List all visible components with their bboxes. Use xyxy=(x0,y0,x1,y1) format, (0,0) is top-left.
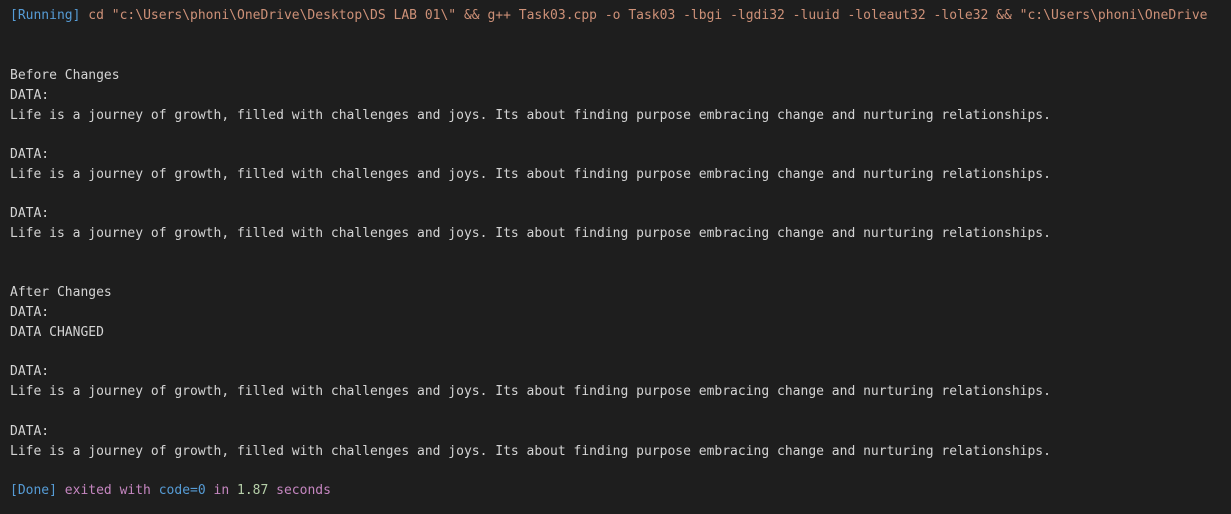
seconds-text: seconds xyxy=(268,483,331,498)
data-label: DATA: xyxy=(10,206,50,221)
done-line: [Done] exited with code=0 in 1.87 second… xyxy=(10,481,331,501)
before-changes-header: Before Changes xyxy=(10,68,120,83)
exited-with-text: exited with xyxy=(56,483,159,498)
command-line: [Running] cd "c:\Users\phoni\OneDrive\De… xyxy=(10,6,1208,26)
data-sentence: Life is a journey of growth, filled with… xyxy=(10,384,1051,399)
seconds-value: 1.87 xyxy=(237,483,269,498)
data-sentence: Life is a journey of growth, filled with… xyxy=(10,444,1051,459)
in-text: in xyxy=(205,483,237,498)
data-label: DATA: xyxy=(10,364,50,379)
command-text: cd "c:\Users\phoni\OneDrive\Desktop\DS L… xyxy=(80,8,1208,23)
data-sentence: Life is a journey of growth, filled with… xyxy=(10,167,1051,182)
data-label: DATA: xyxy=(10,424,50,439)
running-tag: [Running] xyxy=(10,8,81,23)
output-terminal[interactable]: [Running] cd "c:\Users\phoni\OneDrive\De… xyxy=(0,0,1231,514)
after-changes-header: After Changes xyxy=(10,285,112,300)
data-changed-text: DATA CHANGED xyxy=(10,325,104,340)
data-label: DATA: xyxy=(10,147,50,162)
data-label: DATA: xyxy=(10,88,50,103)
data-sentence: Life is a journey of growth, filled with… xyxy=(10,108,1051,123)
exit-code: code=0 xyxy=(158,483,206,498)
data-sentence: Life is a journey of growth, filled with… xyxy=(10,226,1051,241)
data-label: DATA: xyxy=(10,305,50,320)
done-tag: [Done] xyxy=(10,483,57,498)
